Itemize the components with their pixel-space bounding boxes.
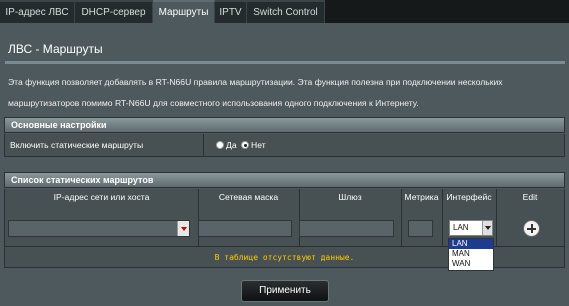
page-description: Эта функция позволяет добавлять в RT-N66… xyxy=(8,77,503,108)
col-metric: Метрика xyxy=(404,192,439,202)
tab-switch-control[interactable]: Switch Control xyxy=(247,0,325,23)
radio-yes-label: Да xyxy=(226,140,237,150)
basic-settings-row: Включить статические маршруты Да Нет xyxy=(4,134,565,157)
title-divider xyxy=(5,61,565,64)
page-title: ЛВС - Маршруты xyxy=(8,42,103,56)
col-divider xyxy=(496,189,497,246)
interface-dropdown-list: LAN MAN WAN xyxy=(448,238,494,271)
tab-lan-ip[interactable]: IP-адрес ЛВС xyxy=(0,0,75,23)
chevron-down-icon[interactable] xyxy=(482,221,492,235)
radio-no-label: Нет xyxy=(251,140,266,150)
radio-no[interactable]: Нет xyxy=(241,134,266,156)
interface-option-lan[interactable]: LAN xyxy=(449,239,493,249)
col-edit: Edit xyxy=(522,192,538,202)
col-divider xyxy=(401,189,402,246)
col-gateway: Шлюз xyxy=(338,192,362,202)
static-routes-label: Включить статические маршруты xyxy=(10,140,144,150)
radio-no-icon[interactable] xyxy=(241,141,249,149)
network-ip-input[interactable] xyxy=(8,220,190,237)
interface-option-man[interactable]: MAN xyxy=(449,249,493,259)
tab-bar-filler xyxy=(325,0,569,23)
netmask-input[interactable] xyxy=(198,220,292,237)
interface-select[interactable]: LAN xyxy=(449,220,493,236)
tab-dhcp-server[interactable]: DHCP-сервер xyxy=(75,0,153,23)
interface-select-value: LAN xyxy=(453,223,469,232)
basic-settings-header: Основные настройки xyxy=(4,117,565,133)
static-routes-options: Да Нет xyxy=(203,134,564,156)
route-list-header: Список статических маршрутов xyxy=(4,172,565,188)
tab-bar: IP-адрес ЛВС DHCP-сервер Маршруты IPTV S… xyxy=(0,0,569,23)
add-route-button[interactable] xyxy=(523,220,540,237)
metric-input[interactable] xyxy=(408,220,433,237)
tab-iptv[interactable]: IPTV xyxy=(215,0,247,23)
col-netmask: Сетевая маска xyxy=(218,192,279,202)
radio-yes-icon[interactable] xyxy=(216,141,224,149)
apply-button[interactable]: Применить xyxy=(241,280,329,302)
gateway-input[interactable] xyxy=(299,220,394,237)
radio-yes[interactable]: Да xyxy=(216,134,237,156)
tab-routes[interactable]: Маршруты xyxy=(153,0,215,23)
col-interface: Интерфейс xyxy=(446,192,492,202)
chevron-down-icon xyxy=(181,227,187,231)
col-network-ip: IP-адрес сети или хоста xyxy=(53,192,150,202)
route-table-header-row: IP-адрес сети или хоста Сетевая маска Шл… xyxy=(5,189,564,205)
col-divider xyxy=(442,189,443,246)
col-divider xyxy=(299,189,300,246)
interface-option-wan[interactable]: WAN xyxy=(449,259,493,269)
network-ip-dropdown-button[interactable] xyxy=(177,221,189,236)
col-divider xyxy=(198,189,199,246)
